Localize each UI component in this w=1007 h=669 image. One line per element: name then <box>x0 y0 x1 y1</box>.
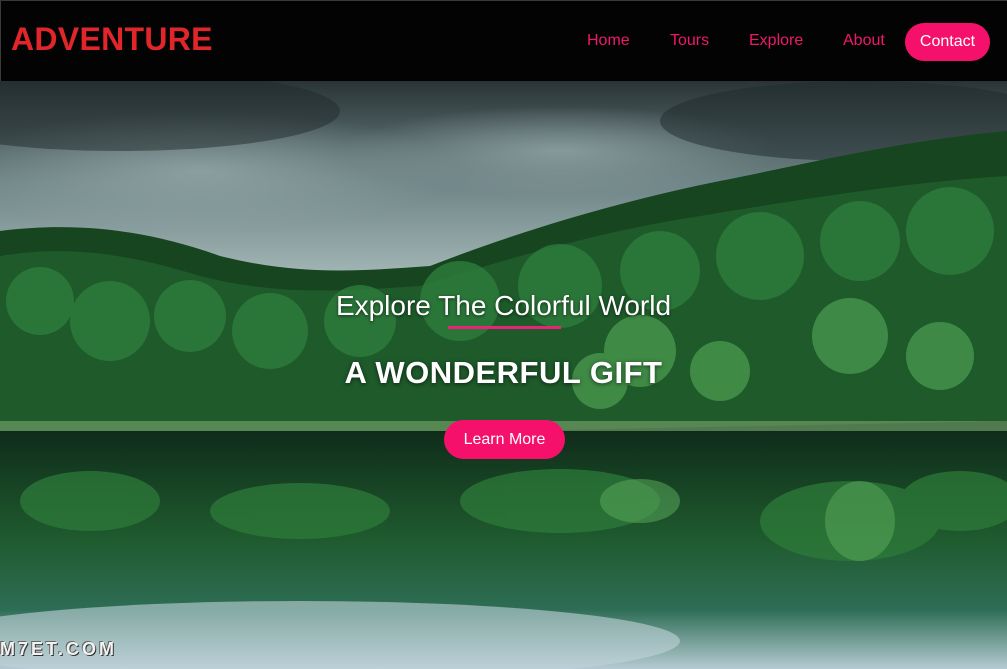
contact-button[interactable]: Contact <box>905 23 990 61</box>
hero-tagline: Explore The Colorful World <box>335 290 672 321</box>
watermark-text: M7ET.COM <box>0 639 118 659</box>
nav-link-home[interactable]: Home <box>587 32 630 50</box>
nav-link-tours[interactable]: Tours <box>670 32 709 50</box>
learn-more-button[interactable]: Learn More <box>444 420 565 459</box>
nav-link-about[interactable]: About <box>843 32 885 50</box>
hero-headline: A WONDERFUL GIFT <box>344 355 663 390</box>
site-logo[interactable]: ADVENTURE <box>11 21 213 58</box>
tagline-underline <box>448 326 561 329</box>
nav-link-explore[interactable]: Explore <box>749 32 803 50</box>
navbar: ADVENTURE Home Tours Explore About Conta… <box>0 0 1007 81</box>
hero-section: Explore The Colorful World A WONDERFUL G… <box>0 81 1007 669</box>
